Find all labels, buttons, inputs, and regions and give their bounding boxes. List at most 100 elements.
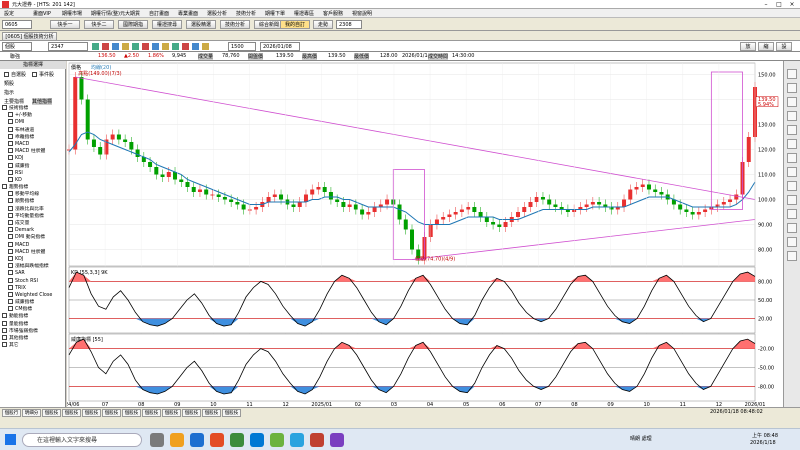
toolbar-button[interactable]: 權證搜尋 xyxy=(152,20,182,29)
taskbar-app-icon[interactable] xyxy=(270,433,284,447)
tool-icon[interactable] xyxy=(132,43,139,50)
tool-icon[interactable] xyxy=(787,181,797,191)
taskbar-app-icon[interactable] xyxy=(250,433,264,447)
chart-tool-icons[interactable] xyxy=(92,43,222,50)
tree-item[interactable]: TRIX xyxy=(0,284,66,292)
tool-icon[interactable] xyxy=(162,43,169,50)
date-field[interactable]: 2026/01/08 xyxy=(260,42,300,51)
menu-item[interactable]: 期權市場 xyxy=(62,10,82,17)
tool-icon[interactable] xyxy=(787,97,797,107)
menu-item[interactable]: 期權下單 xyxy=(265,10,285,17)
status-tab[interactable]: 個股技術 xyxy=(182,409,201,423)
tool-icon[interactable] xyxy=(92,43,99,50)
tree-item[interactable]: 布林通道 xyxy=(0,126,66,134)
mode-button[interactable]: 走勢 xyxy=(313,20,333,29)
tree-item[interactable]: MACD 柱狀體 xyxy=(0,248,66,256)
tool-icon[interactable] xyxy=(122,43,129,50)
status-tab[interactable]: 個股技術 xyxy=(202,409,221,423)
code-input[interactable]: 2308 xyxy=(336,20,362,29)
tool-icon[interactable] xyxy=(787,139,797,149)
tab-other-indicators[interactable]: 其他指標 xyxy=(32,98,53,105)
maximize-icon[interactable]: □ xyxy=(773,0,785,9)
status-tab[interactable]: 個股技術 xyxy=(82,409,101,423)
tree-item[interactable]: 乖離指標 xyxy=(0,133,66,141)
tree-item[interactable]: +/-移動 xyxy=(0,112,66,119)
tree-item[interactable]: 其它 xyxy=(0,342,66,349)
status-tab[interactable]: 個股技術 xyxy=(122,409,141,423)
taskbar-app-icon[interactable] xyxy=(190,433,204,447)
taskbar-app-icon[interactable] xyxy=(150,433,164,447)
tree-item[interactable]: MACD xyxy=(0,241,66,249)
tree-item[interactable]: 威廉指 xyxy=(0,162,66,170)
tree-item[interactable]: Stoch RSI xyxy=(0,277,66,285)
menu-item[interactable]: 畫面VIP xyxy=(33,10,51,17)
tool-icon[interactable] xyxy=(787,69,797,79)
chart-area[interactable]: 價格均線(20)150.00140.00130.00120.00110.0010… xyxy=(59,61,800,408)
tool-icon[interactable] xyxy=(787,167,797,177)
tree-item[interactable]: 成交量 xyxy=(0,220,66,227)
menu-item[interactable]: 選股分析 xyxy=(207,10,227,17)
menu-item[interactable]: 設定 xyxy=(4,10,14,17)
status-tab[interactable]: 個股技術 xyxy=(222,409,241,423)
zoom-out-button[interactable]: 縮 xyxy=(758,42,774,51)
taskbar-app-icon[interactable] xyxy=(210,433,224,447)
tree-item[interactable]: KDJ xyxy=(0,155,66,162)
option-own[interactable]: 自選股 xyxy=(4,71,26,78)
taskbar-app-icon[interactable] xyxy=(170,433,184,447)
toolbar-button[interactable]: 選股精選 xyxy=(186,20,216,29)
toolbar-button[interactable]: 技術分析 xyxy=(220,20,250,29)
code-field[interactable]: 2347 xyxy=(48,42,88,51)
menu-item[interactable]: 技術分析 xyxy=(236,10,256,17)
tree-item[interactable]: KDJ xyxy=(0,255,66,263)
toolbar-button[interactable]: 快手二 xyxy=(84,20,114,29)
tree-item[interactable]: 威廉指標 xyxy=(0,299,66,306)
menu-item[interactable]: 專業畫面 xyxy=(178,10,198,17)
tree-item[interactable]: CM指標 xyxy=(0,306,66,313)
tool-icon[interactable] xyxy=(172,43,179,50)
tool-icon[interactable] xyxy=(182,43,189,50)
tree-item[interactable]: DMI xyxy=(0,119,66,126)
tool-icon[interactable] xyxy=(787,111,797,121)
windows-start-icon[interactable] xyxy=(5,434,16,445)
symbol-input[interactable]: 0605 xyxy=(2,20,32,29)
tree-item[interactable]: 量能指標 xyxy=(0,320,66,328)
taskbar-app-icon[interactable] xyxy=(330,433,344,447)
menu-item[interactable]: 權證專區 xyxy=(294,10,314,17)
toolbar-button[interactable]: 快手一 xyxy=(50,20,80,29)
option-event[interactable]: 事件股 xyxy=(32,71,54,78)
status-tab[interactable]: 個股技術 xyxy=(102,409,121,423)
taskbar-app-icon[interactable] xyxy=(310,433,324,447)
menu-item[interactable]: 期權行情(整) xyxy=(91,10,120,17)
status-tab[interactable]: 個股行情 xyxy=(2,409,21,423)
tool-icon[interactable] xyxy=(202,43,209,50)
tool-icon[interactable] xyxy=(787,237,797,247)
chart-svg[interactable]: 價格均線(20)150.00140.00130.00120.00110.0010… xyxy=(59,61,783,408)
period-field[interactable]: 1500 xyxy=(228,42,256,51)
tool-icon[interactable] xyxy=(787,83,797,93)
settings-button[interactable]: 設 xyxy=(776,42,792,51)
tree-item[interactable]: 漲跌比與比率 xyxy=(0,205,66,213)
tree-item[interactable]: 技術指標 xyxy=(0,105,66,112)
zoom-in-button[interactable]: 放 xyxy=(740,42,756,51)
favorite-button[interactable]: 我的自訂 xyxy=(280,20,310,29)
tree-item[interactable]: DMI 動向指標 xyxy=(0,234,66,241)
tool-icon[interactable] xyxy=(112,43,119,50)
minimize-icon[interactable]: – xyxy=(760,0,772,9)
tool-icon[interactable] xyxy=(142,43,149,50)
tree-item[interactable]: 順勢指標 xyxy=(0,198,66,205)
tool-icon[interactable] xyxy=(787,209,797,219)
menu-item[interactable]: 元大期貨 xyxy=(120,10,140,17)
tool-icon[interactable] xyxy=(787,153,797,163)
tool-icon[interactable] xyxy=(192,43,199,50)
tool-icon[interactable] xyxy=(787,251,797,261)
status-tab[interactable]: 個股技術 xyxy=(162,409,181,423)
status-tab[interactable]: 明細分析 xyxy=(22,409,41,423)
tree-item[interactable]: RSI xyxy=(0,169,66,177)
status-tab[interactable]: 個股技術 xyxy=(42,409,61,423)
toolbar-button[interactable]: 國際期指 xyxy=(118,20,148,29)
menu-item[interactable]: 視窗說明 xyxy=(352,10,372,17)
tool-icon[interactable] xyxy=(152,43,159,50)
taskbar-app-icon[interactable] xyxy=(290,433,304,447)
tree-item[interactable]: 市場強弱指標 xyxy=(0,327,66,335)
menu-item[interactable]: 自訂畫面 xyxy=(149,10,169,17)
